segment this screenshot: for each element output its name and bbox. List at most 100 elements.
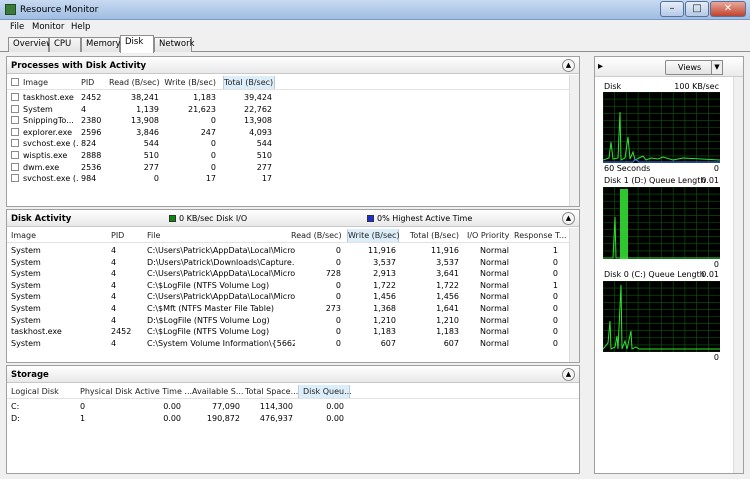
col-active-time[interactable]: Active Time ... — [135, 387, 192, 396]
cell-total: 1,210 — [436, 315, 459, 325]
storage-header[interactable]: Storage ▲ — [7, 366, 579, 383]
tab-memory[interactable]: Memory — [81, 37, 121, 52]
cell-active-time: 0.00 — [163, 402, 181, 411]
title-bar: Resource Monitor – □ ✕ — [0, 0, 750, 20]
main-scrollbar[interactable] — [583, 56, 592, 474]
table-row[interactable]: System 4 C:\Users\Patrick\AppData\Local\Mi… — [7, 245, 567, 257]
tab-disk[interactable]: Disk — [120, 35, 154, 53]
col-total-space[interactable]: Total Space... — [245, 387, 298, 396]
table-row[interactable]: System 4 C:\$Mft (NTFS Master File Table) 2… — [7, 303, 567, 315]
menu-file[interactable]: File — [10, 22, 24, 32]
graph2-min: 0 — [713, 260, 719, 269]
row-checkbox[interactable] — [11, 139, 19, 148]
col-logical-disk[interactable]: Logical Disk — [11, 387, 59, 396]
expand-arrow-icon[interactable]: ▸ — [598, 61, 603, 72]
col-write[interactable]: Write (B/sec) — [164, 78, 216, 87]
cell-image: System — [11, 269, 41, 279]
cell-io-priority: Normal — [480, 246, 509, 255]
cell-file: D:\Users\Patrick\Downloads\Capture.... — [147, 257, 295, 267]
row-checkbox[interactable] — [11, 93, 19, 101]
chevron-down-icon[interactable]: ▼ — [711, 60, 723, 75]
table-row[interactable]: svchost.exe (... 824 544 0 544 — [7, 138, 579, 150]
table-row[interactable]: D: 1 0.00 190,872 476,937 0.00 — [7, 413, 579, 425]
cell-read: 273 — [325, 304, 341, 313]
sidebar-scrollbar[interactable] — [733, 77, 743, 473]
table-row[interactable]: C: 0 0.00 77,090 114,300 0.00 — [7, 401, 579, 413]
table-row[interactable]: System 4 1,139 21,623 22,762 — [7, 104, 579, 116]
processes-scrollbar[interactable] — [569, 75, 579, 206]
cell-file: C:\Users\Patrick\AppData\Local\Micro... — [147, 292, 295, 302]
cell-write: 1,183 — [193, 93, 216, 102]
cell-pid: 4 — [81, 104, 87, 114]
cell-image: dwm.exe — [23, 162, 60, 172]
maximize-button[interactable]: □ — [685, 1, 709, 17]
cell-pid: 4 — [111, 269, 117, 279]
cell-total: 22,762 — [244, 104, 272, 114]
table-row[interactable]: svchost.exe (... 984 0 17 17 — [7, 173, 579, 185]
tab-overview[interactable]: Overview — [8, 37, 53, 52]
table-row[interactable]: System 4 C:\Users\Patrick\AppData\Local\Mi… — [7, 268, 567, 280]
minimize-button[interactable]: – — [660, 1, 684, 17]
cell-image: System — [23, 104, 53, 114]
collapse-chevron-icon[interactable]: ▲ — [562, 368, 575, 381]
table-row[interactable]: System 4 C:\Users\Patrick\AppData\Local\Mi… — [7, 291, 567, 303]
processes-header[interactable]: Processes with Disk Activity ▲ — [7, 57, 579, 74]
col-physical-disk[interactable]: Physical Disk — [80, 387, 132, 396]
cell-image: System — [11, 338, 41, 348]
cell-disk-queue: 0.00 — [326, 413, 344, 423]
tab-cpu[interactable]: CPU — [49, 37, 81, 52]
menu-help[interactable]: Help — [71, 22, 90, 32]
cell-read: 510 — [143, 151, 159, 160]
col-pid[interactable]: PID — [81, 78, 94, 87]
row-checkbox[interactable] — [11, 116, 19, 125]
col-read[interactable]: Read (B/sec) — [109, 78, 160, 87]
table-row[interactable]: explorer.exe 2596 3,846 247 4,093 — [7, 127, 579, 139]
table-row[interactable]: wisptis.exe 2888 510 0 510 — [7, 150, 579, 162]
cell-write: 3,537 — [373, 257, 396, 267]
cell-response-time: 1 — [552, 280, 558, 290]
cell-response-time: 0 — [552, 338, 558, 348]
table-row[interactable]: System 4 C:\System Volume Information\{566… — [7, 338, 567, 350]
table-row[interactable]: System 4 C:\$LogFile (NTFS Volume Log) 0 1,7… — [7, 280, 567, 292]
graph3-label: Disk 0 (C:) Queue Length — [604, 270, 705, 279]
row-checkbox[interactable] — [11, 162, 19, 171]
cell-image: SnippingTo... — [23, 116, 74, 126]
cell-total: 39,424 — [244, 93, 272, 102]
processes-title: Processes with Disk Activity — [11, 61, 147, 71]
col-available-space[interactable]: Available S... — [192, 387, 243, 396]
processes-column-header: Image PID Read (B/sec) Write (B/sec) Tot… — [7, 76, 579, 90]
col-image[interactable]: Image — [23, 78, 48, 87]
col-total[interactable]: Total (B/sec) — [223, 76, 275, 89]
close-button[interactable]: ✕ — [710, 1, 746, 17]
table-row[interactable]: System 4 D:\$LogFile (NTFS Volume Log) 0 1,2… — [7, 315, 567, 327]
graph1-label: Disk — [604, 82, 622, 91]
cell-available-space: 77,090 — [212, 402, 240, 411]
cell-write: 17 — [205, 174, 216, 184]
table-row[interactable]: taskhost.exe 2452 38,241 1,183 39,424 — [7, 92, 579, 104]
menu-bar: File Monitor Help — [0, 20, 750, 34]
tab-network[interactable]: Network — [154, 37, 195, 52]
col-disk-queue[interactable]: Disk Queu... — [298, 385, 352, 398]
cell-image: taskhost.exe — [23, 93, 74, 102]
cell-pid: 984 — [81, 174, 97, 184]
disk0-queue-graph — [602, 280, 720, 353]
row-checkbox[interactable] — [11, 151, 19, 159]
cell-response-time: 0 — [552, 292, 558, 302]
cell-total: 510 — [256, 151, 272, 160]
cell-io-priority: Normal — [480, 280, 509, 290]
table-row[interactable]: dwm.exe 2536 277 0 277 — [7, 162, 579, 174]
row-checkbox[interactable] — [11, 104, 19, 113]
collapse-chevron-icon[interactable]: ▲ — [562, 59, 575, 72]
select-all-checkbox[interactable] — [11, 78, 19, 86]
disk-panels: Processes with Disk Activity ▲ Image PID… — [6, 56, 580, 474]
menu-monitor[interactable]: Monitor — [32, 22, 64, 32]
row-checkbox[interactable] — [11, 127, 19, 136]
table-row[interactable]: System 4 D:\Users\Patrick\Downloads\Captur… — [7, 257, 567, 269]
cell-io-priority: Normal — [480, 327, 509, 337]
disk-activity-scrollbar[interactable] — [569, 228, 579, 362]
row-checkbox[interactable] — [11, 174, 19, 183]
table-row[interactable]: SnippingTo... 2380 13,908 0 13,908 — [7, 115, 579, 127]
cell-image: System — [11, 304, 41, 313]
cell-total: 607 — [443, 338, 459, 348]
table-row[interactable]: taskhost.exe 2452 C:\$LogFile (NTFS Volume… — [7, 326, 567, 338]
